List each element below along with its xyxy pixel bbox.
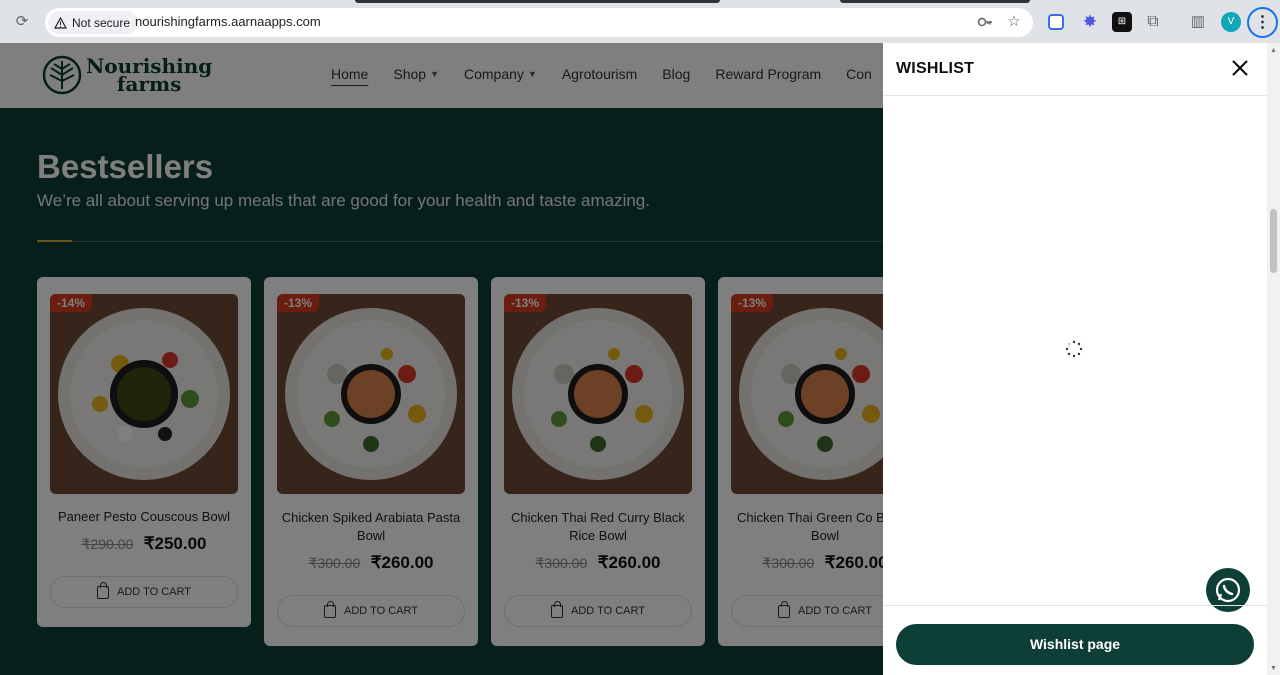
tab-strip-edge — [355, 0, 720, 3]
url-text[interactable]: nourishingfarms.aarnaapps.com — [135, 14, 321, 29]
browser-toolbar: ⟳ Not secure nourishingfarms.aarnaapps.c… — [0, 0, 1280, 43]
tab-strip-edge — [840, 0, 1030, 3]
bookmark-star-icon[interactable]: ☆ — [1005, 13, 1023, 31]
extension-gear-icon[interactable]: ✸ — [1080, 12, 1100, 32]
security-chip[interactable]: Not secure — [48, 11, 139, 34]
drawer-backdrop[interactable] — [0, 43, 883, 675]
security-label: Not secure — [72, 15, 131, 30]
wishlist-drawer: WISHLIST Wishlist page — [883, 43, 1267, 675]
reload-icon[interactable]: ⟳ — [12, 12, 32, 32]
drawer-title: WISHLIST — [896, 60, 975, 77]
extension-app-icon[interactable]: ⊞ — [1112, 12, 1132, 32]
profile-avatar[interactable]: V — [1221, 12, 1241, 32]
drawer-header: WISHLIST — [883, 43, 1267, 96]
address-bar[interactable]: Not secure nourishingfarms.aarnaapps.com… — [45, 8, 1033, 37]
side-panel-icon[interactable]: ▥ — [1188, 12, 1208, 32]
scrollbar-thumb[interactable] — [1270, 209, 1277, 273]
wishlist-page-button[interactable]: Wishlist page — [896, 624, 1254, 665]
extensions-puzzle-icon[interactable]: ⧉ — [1143, 12, 1163, 32]
password-key-icon[interactable] — [976, 13, 994, 31]
scroll-down-arrow-icon[interactable]: ▼ — [1270, 665, 1277, 672]
loading-spinner-icon — [1065, 340, 1083, 358]
scroll-up-arrow-icon[interactable]: ▲ — [1270, 47, 1277, 54]
drawer-footer: Wishlist page — [883, 605, 1267, 675]
extension-crop-icon[interactable] — [1048, 14, 1064, 30]
browser-menu-icon[interactable]: ⋮ — [1247, 7, 1278, 38]
close-icon[interactable] — [1230, 58, 1250, 78]
page-scrollbar[interactable]: ▲ ▼ — [1267, 43, 1280, 675]
warning-icon — [54, 16, 67, 29]
